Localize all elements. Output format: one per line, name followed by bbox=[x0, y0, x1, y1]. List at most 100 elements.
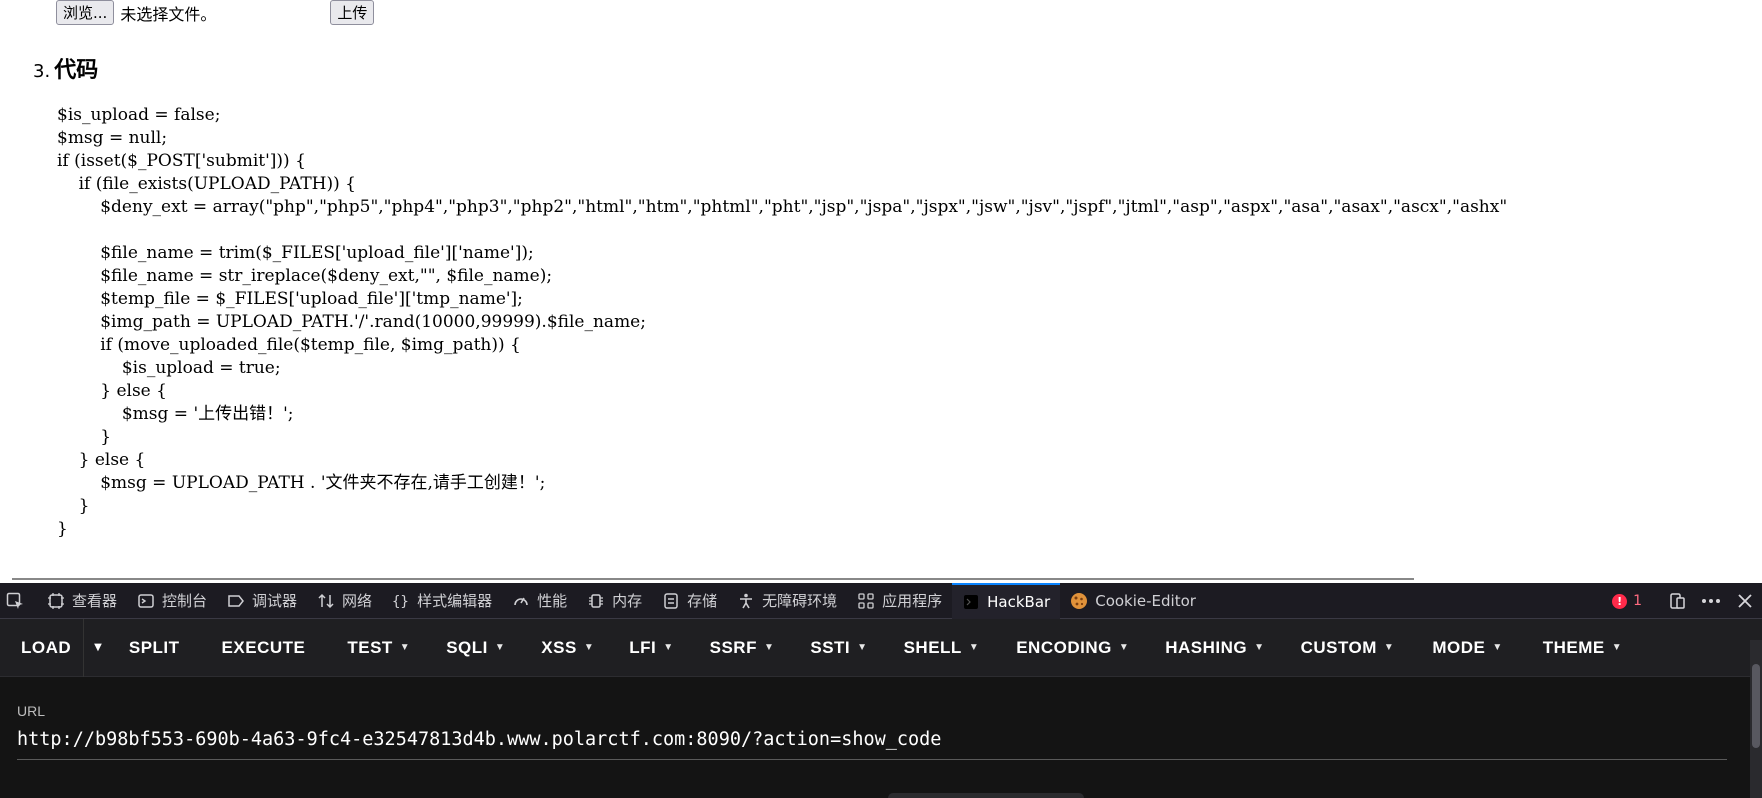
dropdown-caret-icon: ▼ bbox=[399, 642, 411, 653]
memory-icon bbox=[587, 592, 605, 610]
devtools-tab-style-editor[interactable]: {} 样式编辑器 bbox=[382, 583, 502, 619]
hackbar-mode-button[interactable]: MODE ▼ bbox=[1432, 619, 1502, 677]
dropdown-caret-icon: ▼ bbox=[663, 642, 674, 653]
application-icon bbox=[857, 592, 875, 610]
code-line: $is_upload = false; bbox=[57, 105, 221, 125]
element-picker-icon bbox=[6, 592, 24, 610]
section-title: 代码 bbox=[54, 58, 99, 83]
tab-label: 内存 bbox=[612, 592, 643, 610]
resize-handle[interactable] bbox=[888, 793, 1084, 798]
dropdown-caret-icon: ▼ bbox=[1118, 642, 1130, 653]
code-line: } bbox=[57, 519, 68, 539]
devtools-tab-accessibility[interactable]: 无障碍环境 bbox=[727, 583, 847, 619]
scrollbar-thumb[interactable] bbox=[1752, 664, 1760, 748]
code-line: } else { bbox=[57, 381, 167, 401]
hackbar-load-button[interactable]: LOAD bbox=[21, 619, 71, 677]
style-editor-icon: {} bbox=[392, 592, 410, 610]
code-line: $deny_ext = array("php","php5","php4","p… bbox=[57, 197, 1508, 217]
error-count-badge[interactable]: ! 1 bbox=[1612, 593, 1642, 609]
hackbar-execute-button[interactable]: EXECUTE bbox=[222, 619, 306, 677]
cookie-icon bbox=[1070, 592, 1088, 610]
hackbar-toolbar: LOAD ▼ SPLIT EXECUTE TEST ▼ SQLI ▼ XSS ▼ LFI ▼ SSRF ▼… bbox=[0, 618, 1762, 677]
dropdown-caret-icon: ▼ bbox=[763, 642, 775, 653]
hackbar-button-label: SSRF bbox=[709, 637, 757, 657]
hackbar-shell-button[interactable]: SHELL ▼ bbox=[904, 619, 980, 677]
tab-label: 性能 bbox=[537, 592, 568, 610]
hackbar-button-label: LOAD bbox=[21, 637, 72, 657]
tab-label: 查看器 bbox=[72, 592, 118, 610]
network-icon bbox=[317, 592, 335, 610]
inspector-icon bbox=[47, 592, 65, 610]
devtools-tab-console[interactable]: 控制台 bbox=[127, 583, 217, 619]
code-line: $msg = UPLOAD_PATH . '文件夹不存在,请手工创建！'; bbox=[57, 473, 546, 493]
hackbar-body: URL http://b98bf553-690b-4a63-9fc4-e3254… bbox=[0, 677, 1750, 798]
close-icon[interactable] bbox=[1728, 583, 1762, 619]
hackbar-encoding-button[interactable]: ENCODING ▼ bbox=[1016, 619, 1129, 677]
hackbar-theme-button[interactable]: THEME ▼ bbox=[1543, 619, 1622, 677]
tab-label: Cookie-Editor bbox=[1095, 591, 1196, 610]
hackbar-hashing-button[interactable]: HASHING ▼ bbox=[1165, 619, 1264, 677]
hackbar-button-label: SQLI bbox=[446, 637, 488, 657]
load-dropdown-icon[interactable]: ▼ bbox=[83, 618, 112, 677]
dropdown-caret-icon: ▼ bbox=[1611, 642, 1623, 653]
upload-button[interactable]: 上传 bbox=[330, 0, 375, 25]
hackbar-button-label: HASHING bbox=[1165, 637, 1248, 657]
tab-cookie-editor[interactable]: Cookie-Editor bbox=[1060, 583, 1206, 619]
hackbar-lfi-button[interactable]: LFI ▼ bbox=[629, 619, 673, 677]
error-icon: ! bbox=[1612, 593, 1628, 609]
section-number: 3. bbox=[33, 61, 51, 82]
url-input[interactable]: http://b98bf553-690b-4a63-9fc4-e32547813… bbox=[17, 729, 941, 750]
hackbar-button-label: CUSTOM bbox=[1300, 637, 1377, 657]
element-picker-button[interactable] bbox=[0, 583, 37, 619]
hackbar-ssti-button[interactable]: SSTI ▼ bbox=[810, 619, 867, 677]
hackbar-button-label: THEME bbox=[1542, 637, 1605, 657]
url-underline bbox=[17, 759, 1727, 760]
browse-button[interactable]: 浏览... bbox=[56, 0, 115, 25]
hackbar-xss-button[interactable]: XSS ▼ bbox=[541, 619, 594, 677]
dropdown-caret-icon: ▼ bbox=[857, 642, 868, 653]
horizontal-rule bbox=[12, 578, 1414, 580]
tab-hackbar[interactable]: HackBar bbox=[952, 582, 1061, 619]
hackbar-ssrf-button[interactable]: SSRF ▼ bbox=[710, 619, 775, 677]
devtools-tab-bar: 查看器 控制台 调试器 网络 {} 样式编辑器 性能 内存 存储 无障碍环境 应用程序 HackBar… bbox=[0, 582, 1762, 619]
responsive-design-icon[interactable] bbox=[1660, 583, 1694, 619]
devtools-tab-performance[interactable]: 性能 bbox=[502, 583, 577, 619]
tab-label: 调试器 bbox=[252, 592, 298, 610]
more-options-icon[interactable] bbox=[1694, 583, 1728, 619]
hackbar-button-label: LFI bbox=[629, 637, 657, 657]
hackbar-button-label: XSS bbox=[541, 637, 577, 657]
hackbar-button-label: MODE bbox=[1432, 637, 1486, 657]
dropdown-caret-icon: ▼ bbox=[1254, 642, 1265, 653]
devtools-tab-debugger[interactable]: 调试器 bbox=[217, 583, 307, 619]
debugger-icon bbox=[227, 592, 245, 610]
file-status-text: 未选择文件。 bbox=[120, 5, 217, 24]
devtools-tab-network[interactable]: 网络 bbox=[307, 583, 382, 619]
hackbar-custom-button[interactable]: CUSTOM ▼ bbox=[1301, 619, 1395, 677]
dropdown-caret-icon: ▼ bbox=[968, 642, 980, 653]
code-line: if (isset($_POST['submit'])) { bbox=[57, 151, 306, 171]
code-line: $msg = null; bbox=[57, 128, 168, 148]
code-line: $file_name = str_ireplace($deny_ext,"", … bbox=[57, 266, 553, 286]
devtools-right-controls: ! 1 bbox=[1612, 583, 1762, 619]
devtools-panel: 查看器 控制台 调试器 网络 {} 样式编辑器 性能 内存 存储 无障碍环境 应用程序 HackBar… bbox=[0, 582, 1762, 798]
hackbar-scrollbar[interactable] bbox=[1750, 640, 1762, 798]
hackbar-button-label: SPLIT bbox=[128, 637, 180, 657]
hackbar-sqli-button[interactable]: SQLI ▼ bbox=[446, 619, 505, 677]
hackbar-test-button[interactable]: TEST ▼ bbox=[347, 619, 410, 677]
hackbar-split-button[interactable]: SPLIT bbox=[129, 619, 180, 677]
hackbar-button-label: SSTI bbox=[810, 637, 851, 657]
code-line: if (move_uploaded_file($temp_file, $img_… bbox=[57, 335, 521, 355]
tab-label: 控制台 bbox=[162, 592, 208, 610]
devtools-tab-application[interactable]: 应用程序 bbox=[847, 583, 952, 619]
tab-label: 样式编辑器 bbox=[417, 592, 493, 610]
tab-label: 网络 bbox=[342, 592, 373, 610]
devtools-tab-memory[interactable]: 内存 bbox=[577, 583, 652, 619]
hackbar-button-label: EXECUTE bbox=[221, 637, 306, 657]
dropdown-caret-icon: ▼ bbox=[494, 642, 506, 653]
tab-label: 应用程序 bbox=[882, 592, 943, 610]
devtools-tab-inspector[interactable]: 查看器 bbox=[37, 583, 127, 619]
section-heading: 3. 代码 bbox=[33, 52, 98, 84]
code-line: } bbox=[57, 427, 112, 447]
devtools-tab-storage[interactable]: 存储 bbox=[652, 583, 727, 619]
